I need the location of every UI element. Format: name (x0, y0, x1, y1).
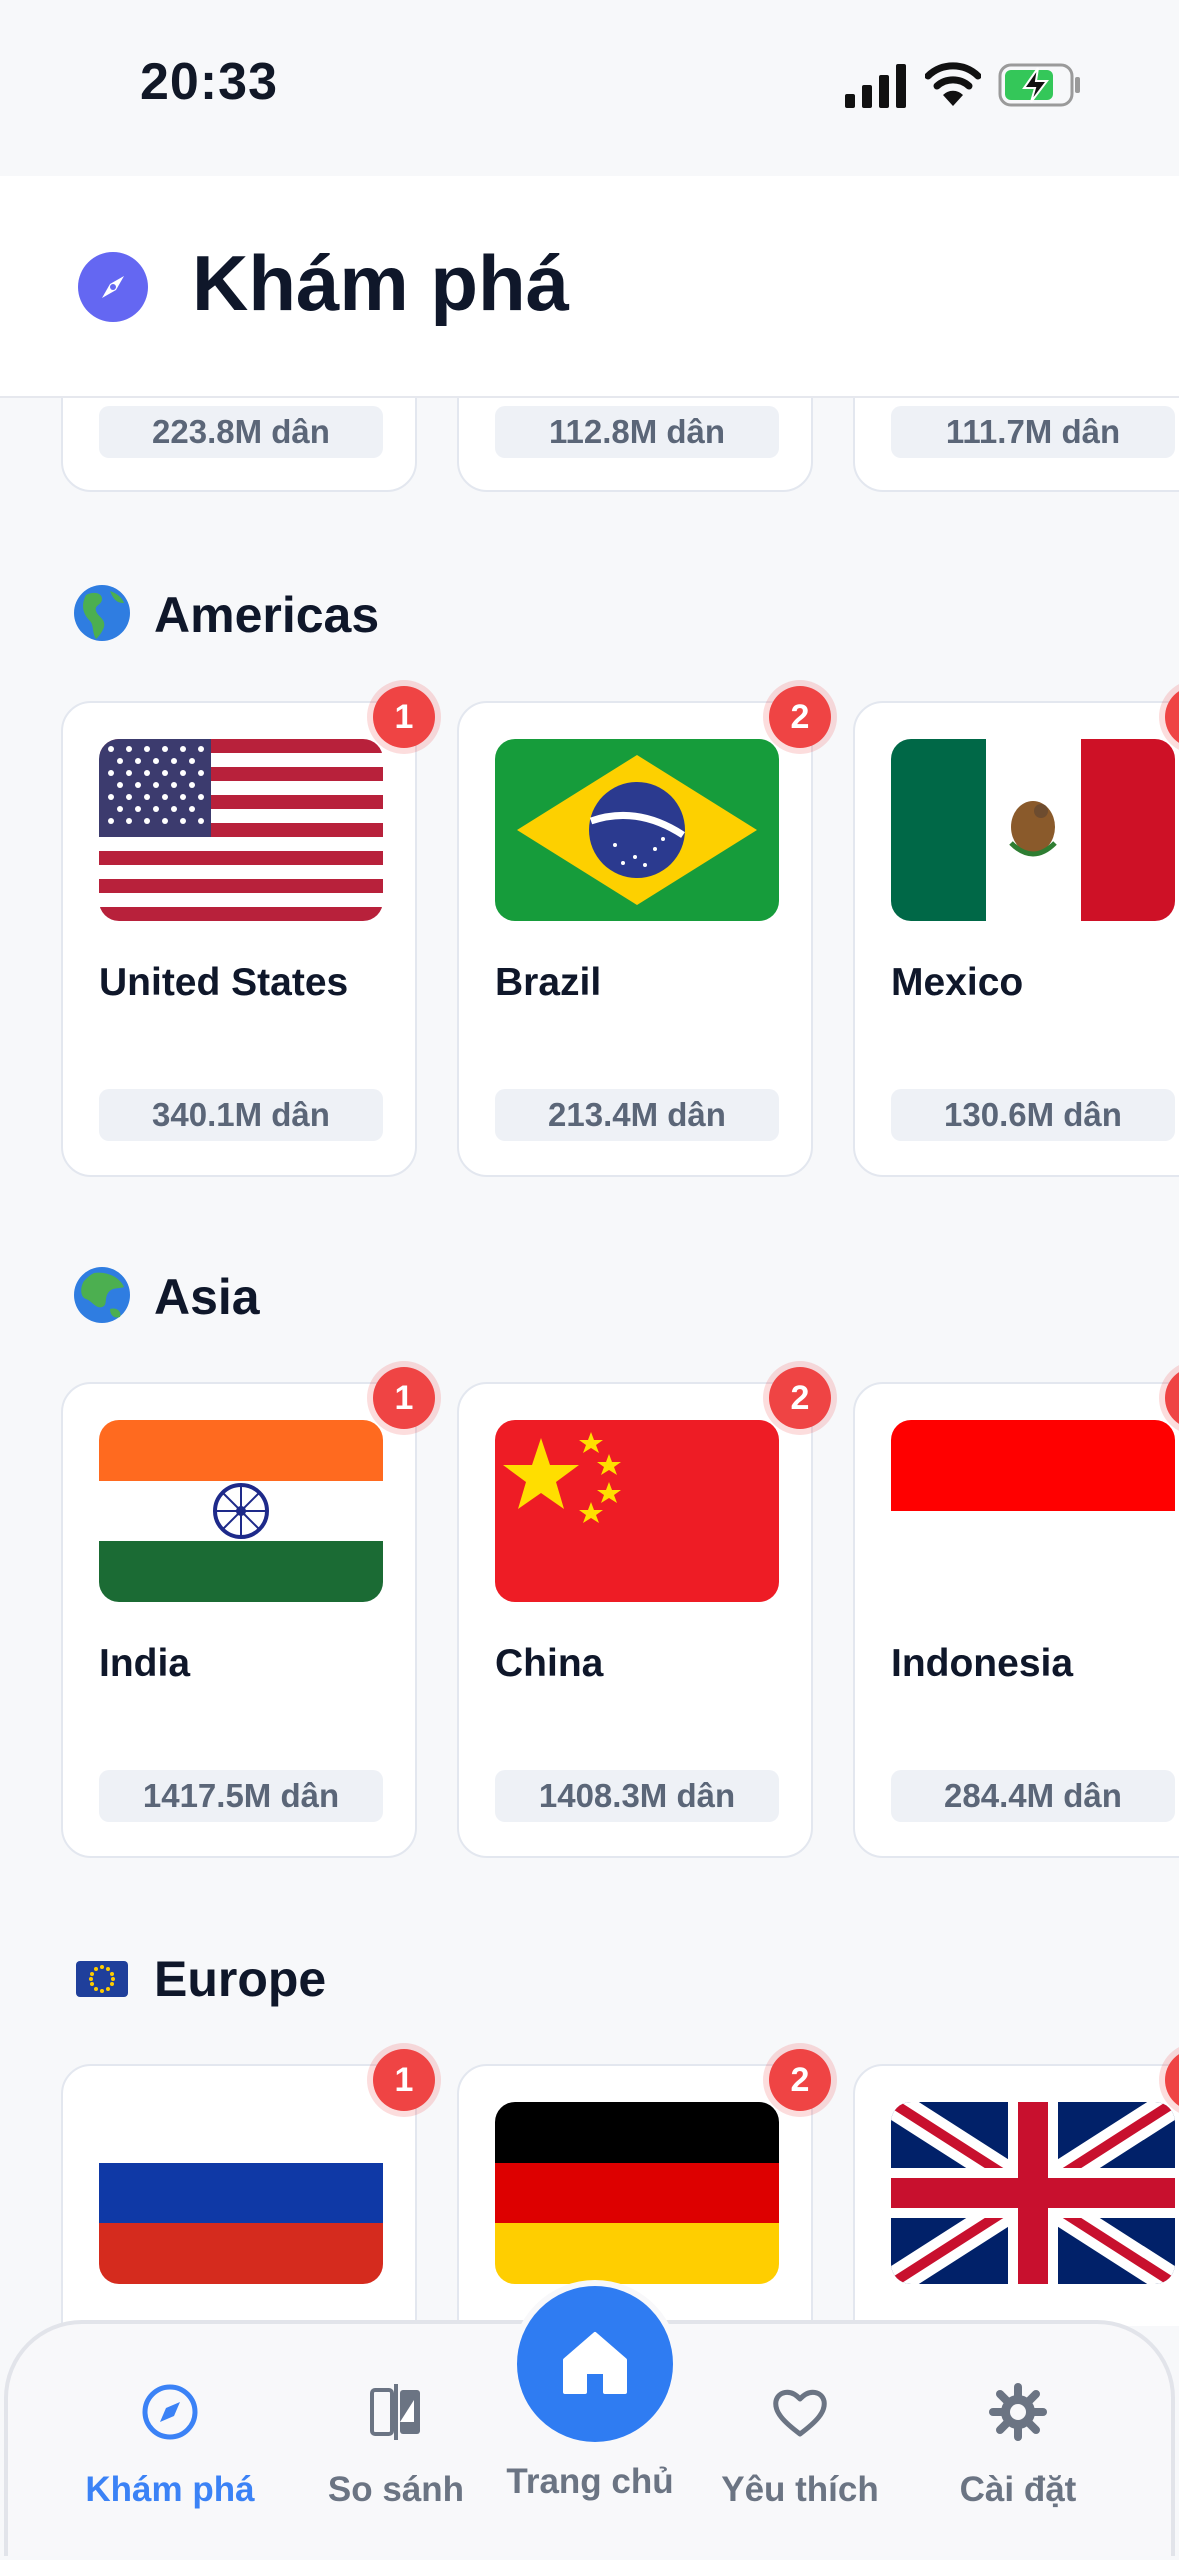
us-flag (99, 739, 383, 921)
population-pill: 284.4M dân (891, 1770, 1175, 1822)
tab-label-trang-chu[interactable]: Trang chủ (480, 2462, 700, 2502)
rank-badge: 2 (769, 1367, 831, 1429)
rank-badge: 2 (769, 686, 831, 748)
population-pill: 213.4M dân (495, 1089, 779, 1141)
status-time: 20:33 (140, 53, 278, 111)
population-pill: 130.6M dân (891, 1089, 1175, 1141)
india-flag (99, 1420, 383, 1602)
status-bar: 20:33 (0, 0, 1179, 176)
tab-label: Cài đặt (959, 2470, 1077, 2509)
country-card-china[interactable]: China 1408.3M dân (457, 1382, 813, 1858)
rank-badge: 2 (769, 2049, 831, 2111)
compare-icon (370, 2384, 420, 2440)
china-flag (495, 1420, 779, 1602)
country-card-russia[interactable] (61, 2064, 417, 2326)
country-card[interactable]: 112.8M dân (457, 396, 813, 492)
section-title: Americas (154, 587, 380, 643)
indonesia-flag (891, 1420, 1175, 1602)
country-card-united-kingdom[interactable] (853, 2064, 1179, 2326)
eu-flag-icon (76, 1961, 128, 1997)
rank-badge: 1 (373, 2049, 435, 2111)
section-title: Europe (154, 1951, 327, 2007)
tab-cai-dat[interactable]: Cài đặt (892, 2324, 1144, 2560)
rank-badge: 1 (373, 686, 435, 748)
wifi-icon (925, 62, 981, 106)
home-icon (563, 2332, 627, 2394)
tab-so-sanh[interactable]: So sánh (270, 2324, 522, 2560)
compass-icon (142, 2384, 198, 2440)
tab-kham-pha[interactable]: Khám phá (44, 2324, 296, 2560)
population-pill: 340.1M dân (99, 1089, 383, 1141)
compass-icon (78, 252, 148, 322)
country-card-united-states[interactable]: United States 340.1M dân (61, 701, 417, 1177)
country-card-india[interactable]: India 1417.5M dân (61, 1382, 417, 1858)
tab-label: Khám phá (85, 2470, 255, 2509)
population-pill: 112.8M dân (495, 406, 779, 458)
page-title: Khám phá (192, 239, 570, 327)
country-name: Brazil (495, 961, 602, 1004)
explore-scroll-content[interactable]: 223.8M dân 112.8M dân 111.7M dân America… (0, 396, 1179, 2326)
population-pill: 1417.5M dân (99, 1770, 383, 1822)
rank-badge: 1 (373, 1367, 435, 1429)
country-name: Mexico (891, 961, 1024, 1004)
country-name: United States (99, 961, 349, 1004)
country-card[interactable]: 223.8M dân (61, 396, 417, 492)
uk-flag (891, 2102, 1175, 2284)
globe-americas-icon (74, 585, 130, 641)
country-name: India (99, 1642, 191, 1685)
heart-icon (773, 2389, 827, 2437)
globe-asia-icon (74, 1267, 130, 1323)
home-button[interactable] (511, 2280, 679, 2448)
gear-icon (989, 2383, 1047, 2441)
population-pill: 223.8M dân (99, 406, 383, 458)
tab-yeu-thich[interactable]: Yêu thích (674, 2324, 926, 2560)
population-pill: 1408.3M dân (495, 1770, 779, 1822)
russia-flag (99, 2102, 383, 2284)
tab-label: Yêu thích (721, 2470, 879, 2509)
population-pill: 111.7M dân (891, 406, 1175, 458)
mexico-flag (891, 739, 1175, 921)
country-name: Indonesia (891, 1642, 1074, 1685)
page-header: Khám phá (0, 176, 1179, 398)
country-card-mexico[interactable]: Mexico 130.6M dân (853, 701, 1179, 1177)
cellular-signal-icon (845, 64, 906, 108)
battery-charging-icon (998, 63, 1080, 107)
country-card[interactable]: 111.7M dân (853, 396, 1179, 492)
country-name: China (495, 1642, 604, 1685)
germany-flag (495, 2102, 779, 2284)
brazil-flag (495, 739, 779, 921)
country-card-brazil[interactable]: Brazil 213.4M dân (457, 701, 813, 1177)
country-card-indonesia[interactable]: Indonesia 284.4M dân (853, 1382, 1179, 1858)
section-title: Asia (154, 1269, 260, 1325)
